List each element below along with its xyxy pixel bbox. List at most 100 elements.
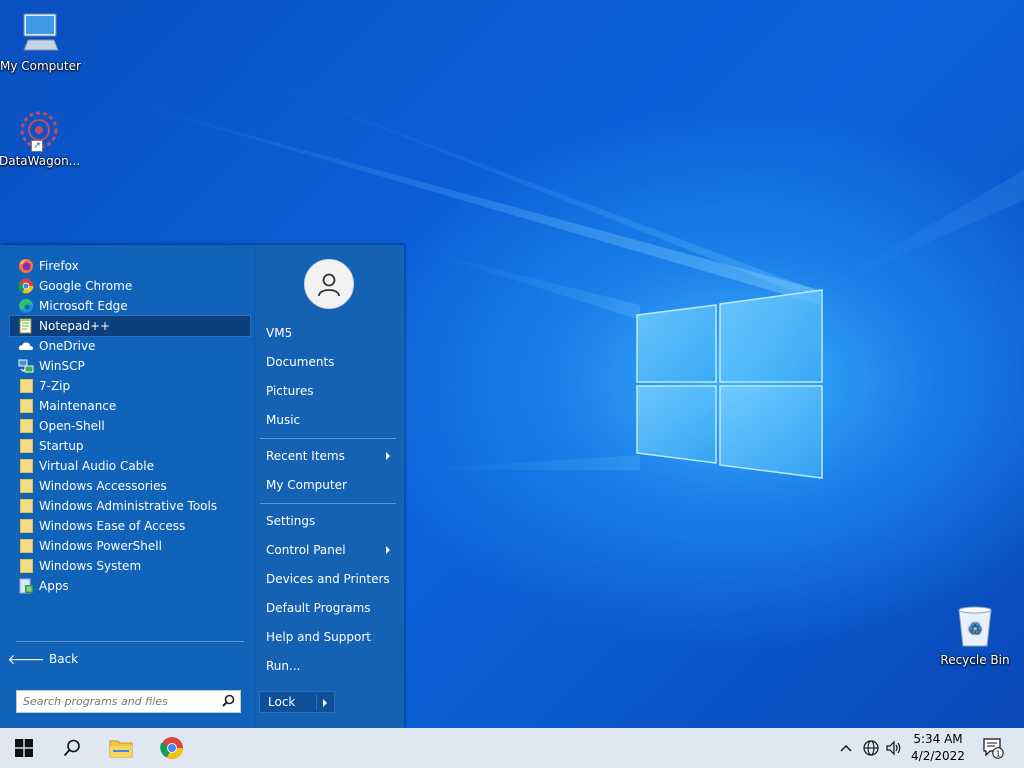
places-label: Devices and Printers <box>266 572 390 586</box>
program-label: Windows System <box>39 559 142 573</box>
notepadpp-icon <box>18 318 34 334</box>
folder-icon <box>18 438 34 454</box>
places-item-devices-and-printers[interactable]: Devices and Printers <box>266 568 396 590</box>
places-item-music[interactable]: Music <box>266 409 396 431</box>
desktop-icon-recycle-bin[interactable]: ♻ Recycle Bin <box>935 604 1015 667</box>
speaker-icon <box>886 740 901 756</box>
program-label: Firefox <box>39 259 79 273</box>
clock-time: 5:34 AM <box>913 732 963 746</box>
program-label: Microsoft Edge <box>39 299 128 313</box>
places-label: Settings <box>266 514 316 528</box>
submenu-arrow-icon <box>386 546 390 554</box>
program-item-maintenance[interactable]: Maintenance <box>10 396 250 416</box>
program-label: Google Chrome <box>39 279 133 293</box>
program-label: Notepad++ <box>39 319 111 333</box>
user-avatar[interactable] <box>304 259 354 309</box>
search-button[interactable] <box>48 728 96 768</box>
desktop-icon-label: Recycle Bin <box>940 653 1010 667</box>
clock-date: 4/2/2022 <box>911 749 965 763</box>
places-label: Recent Items <box>266 449 345 463</box>
action-center-button[interactable]: 1 <box>978 728 1008 768</box>
program-item-apps[interactable]: Apps <box>10 576 250 596</box>
program-item-open-shell[interactable]: Open-Shell <box>10 416 250 436</box>
desktop-icon-label: My Computer <box>0 59 81 73</box>
places-item-run[interactable]: Run... <box>266 655 396 677</box>
folder-icon <box>18 558 34 574</box>
shutdown-options-arrow-icon[interactable] <box>323 699 327 707</box>
places-label: Help and Support <box>266 630 371 644</box>
datawagon-icon: ↗ <box>17 108 61 152</box>
notification-icon: 1 <box>983 738 1004 759</box>
start-button[interactable] <box>0 728 48 768</box>
program-item-google-chrome[interactable]: Google Chrome <box>10 276 250 296</box>
network-button[interactable] <box>860 728 882 768</box>
places-label: Pictures <box>266 384 314 398</box>
places-label: My Computer <box>266 478 347 492</box>
program-label: OneDrive <box>39 339 96 353</box>
program-item-windows-accessories[interactable]: Windows Accessories <box>10 476 250 496</box>
program-item-windows-powershell[interactable]: Windows PowerShell <box>10 536 250 556</box>
program-item-startup[interactable]: Startup <box>10 436 250 456</box>
program-item-7-zip[interactable]: 7-Zip <box>10 376 250 396</box>
places-item-settings[interactable]: Settings <box>266 510 396 532</box>
lock-button[interactable]: Lock <box>259 691 335 713</box>
search-box[interactable] <box>16 690 241 713</box>
back-button[interactable]: 🡐 Back <box>7 649 250 669</box>
program-item-firefox[interactable]: Firefox <box>10 256 250 276</box>
places-label: Documents <box>266 355 335 369</box>
chrome-icon <box>160 737 183 759</box>
places-item-default-programs[interactable]: Default Programs <box>266 597 396 619</box>
places-label: Run... <box>266 659 301 673</box>
back-arrow-icon: 🡐 <box>7 651 45 668</box>
start-menu: Firefox Google Chrome Microsoft Edge Notepa… <box>0 245 404 728</box>
places-item-documents[interactable]: Documents <box>266 351 396 373</box>
clock[interactable]: 5:34 AM 4/2/2022 <box>906 731 970 765</box>
program-item-onedrive[interactable]: OneDrive <box>10 336 250 356</box>
monitor-icon <box>0 10 80 57</box>
user-icon <box>318 273 340 297</box>
chrome-icon <box>18 278 34 294</box>
desktop-icon-label: DataWagon... <box>0 154 81 168</box>
program-item-microsoft-edge[interactable]: Microsoft Edge <box>10 296 250 316</box>
places-label: VM5 <box>266 326 293 340</box>
places-separator <box>260 438 396 439</box>
globe-icon <box>863 740 879 756</box>
search-icon <box>63 739 80 757</box>
places-item-control-panel[interactable]: Control Panel <box>266 539 396 561</box>
folder-icon <box>18 418 34 434</box>
wallpaper-windows-logo <box>636 289 823 479</box>
notification-count: 1 <box>995 749 1000 758</box>
program-label: Open-Shell <box>39 419 105 433</box>
show-hidden-icons-button[interactable] <box>836 728 856 768</box>
program-item-windows-administrative-tools[interactable]: Windows Administrative Tools <box>10 496 250 516</box>
volume-button[interactable] <box>883 728 905 768</box>
places-item-pictures[interactable]: Pictures <box>266 380 396 402</box>
program-item-notepad[interactable]: Notepad++ <box>9 315 251 337</box>
program-item-winscp[interactable]: WinSCP <box>10 356 250 376</box>
program-item-windows-ease-of-access[interactable]: Windows Ease of Access <box>10 516 250 536</box>
search-icon[interactable] <box>222 694 235 710</box>
search-input[interactable] <box>23 694 213 709</box>
program-label: WinSCP <box>39 359 85 373</box>
places-item-help-and-support[interactable]: Help and Support <box>266 626 396 648</box>
places-item-recent-items[interactable]: Recent Items <box>266 445 396 467</box>
shortcut-arrow-icon: ↗ <box>31 140 43 152</box>
program-item-virtual-audio-cable[interactable]: Virtual Audio Cable <box>10 456 250 476</box>
places-label: Music <box>266 413 301 427</box>
places-separator <box>260 503 396 504</box>
apps-icon <box>18 578 34 594</box>
lock-label: Lock <box>268 695 296 709</box>
folder-icon <box>18 518 34 534</box>
folder-icon <box>18 498 34 514</box>
chevron-up-icon <box>840 745 852 752</box>
desktop-icon-datawagon[interactable]: ↗ DataWagon... <box>0 108 81 168</box>
program-label: Startup <box>39 439 84 453</box>
program-item-windows-system[interactable]: Windows System <box>10 556 250 576</box>
chrome-taskbar-button[interactable] <box>148 728 196 768</box>
program-label: Apps <box>39 579 69 593</box>
places-item-vm5[interactable]: VM5 <box>266 322 396 344</box>
places-item-my-computer[interactable]: My Computer <box>266 474 396 496</box>
desktop-icon-my-computer[interactable]: My Computer <box>0 10 81 73</box>
program-label: Virtual Audio Cable <box>39 459 155 473</box>
file-explorer-button[interactable] <box>97 728 145 768</box>
